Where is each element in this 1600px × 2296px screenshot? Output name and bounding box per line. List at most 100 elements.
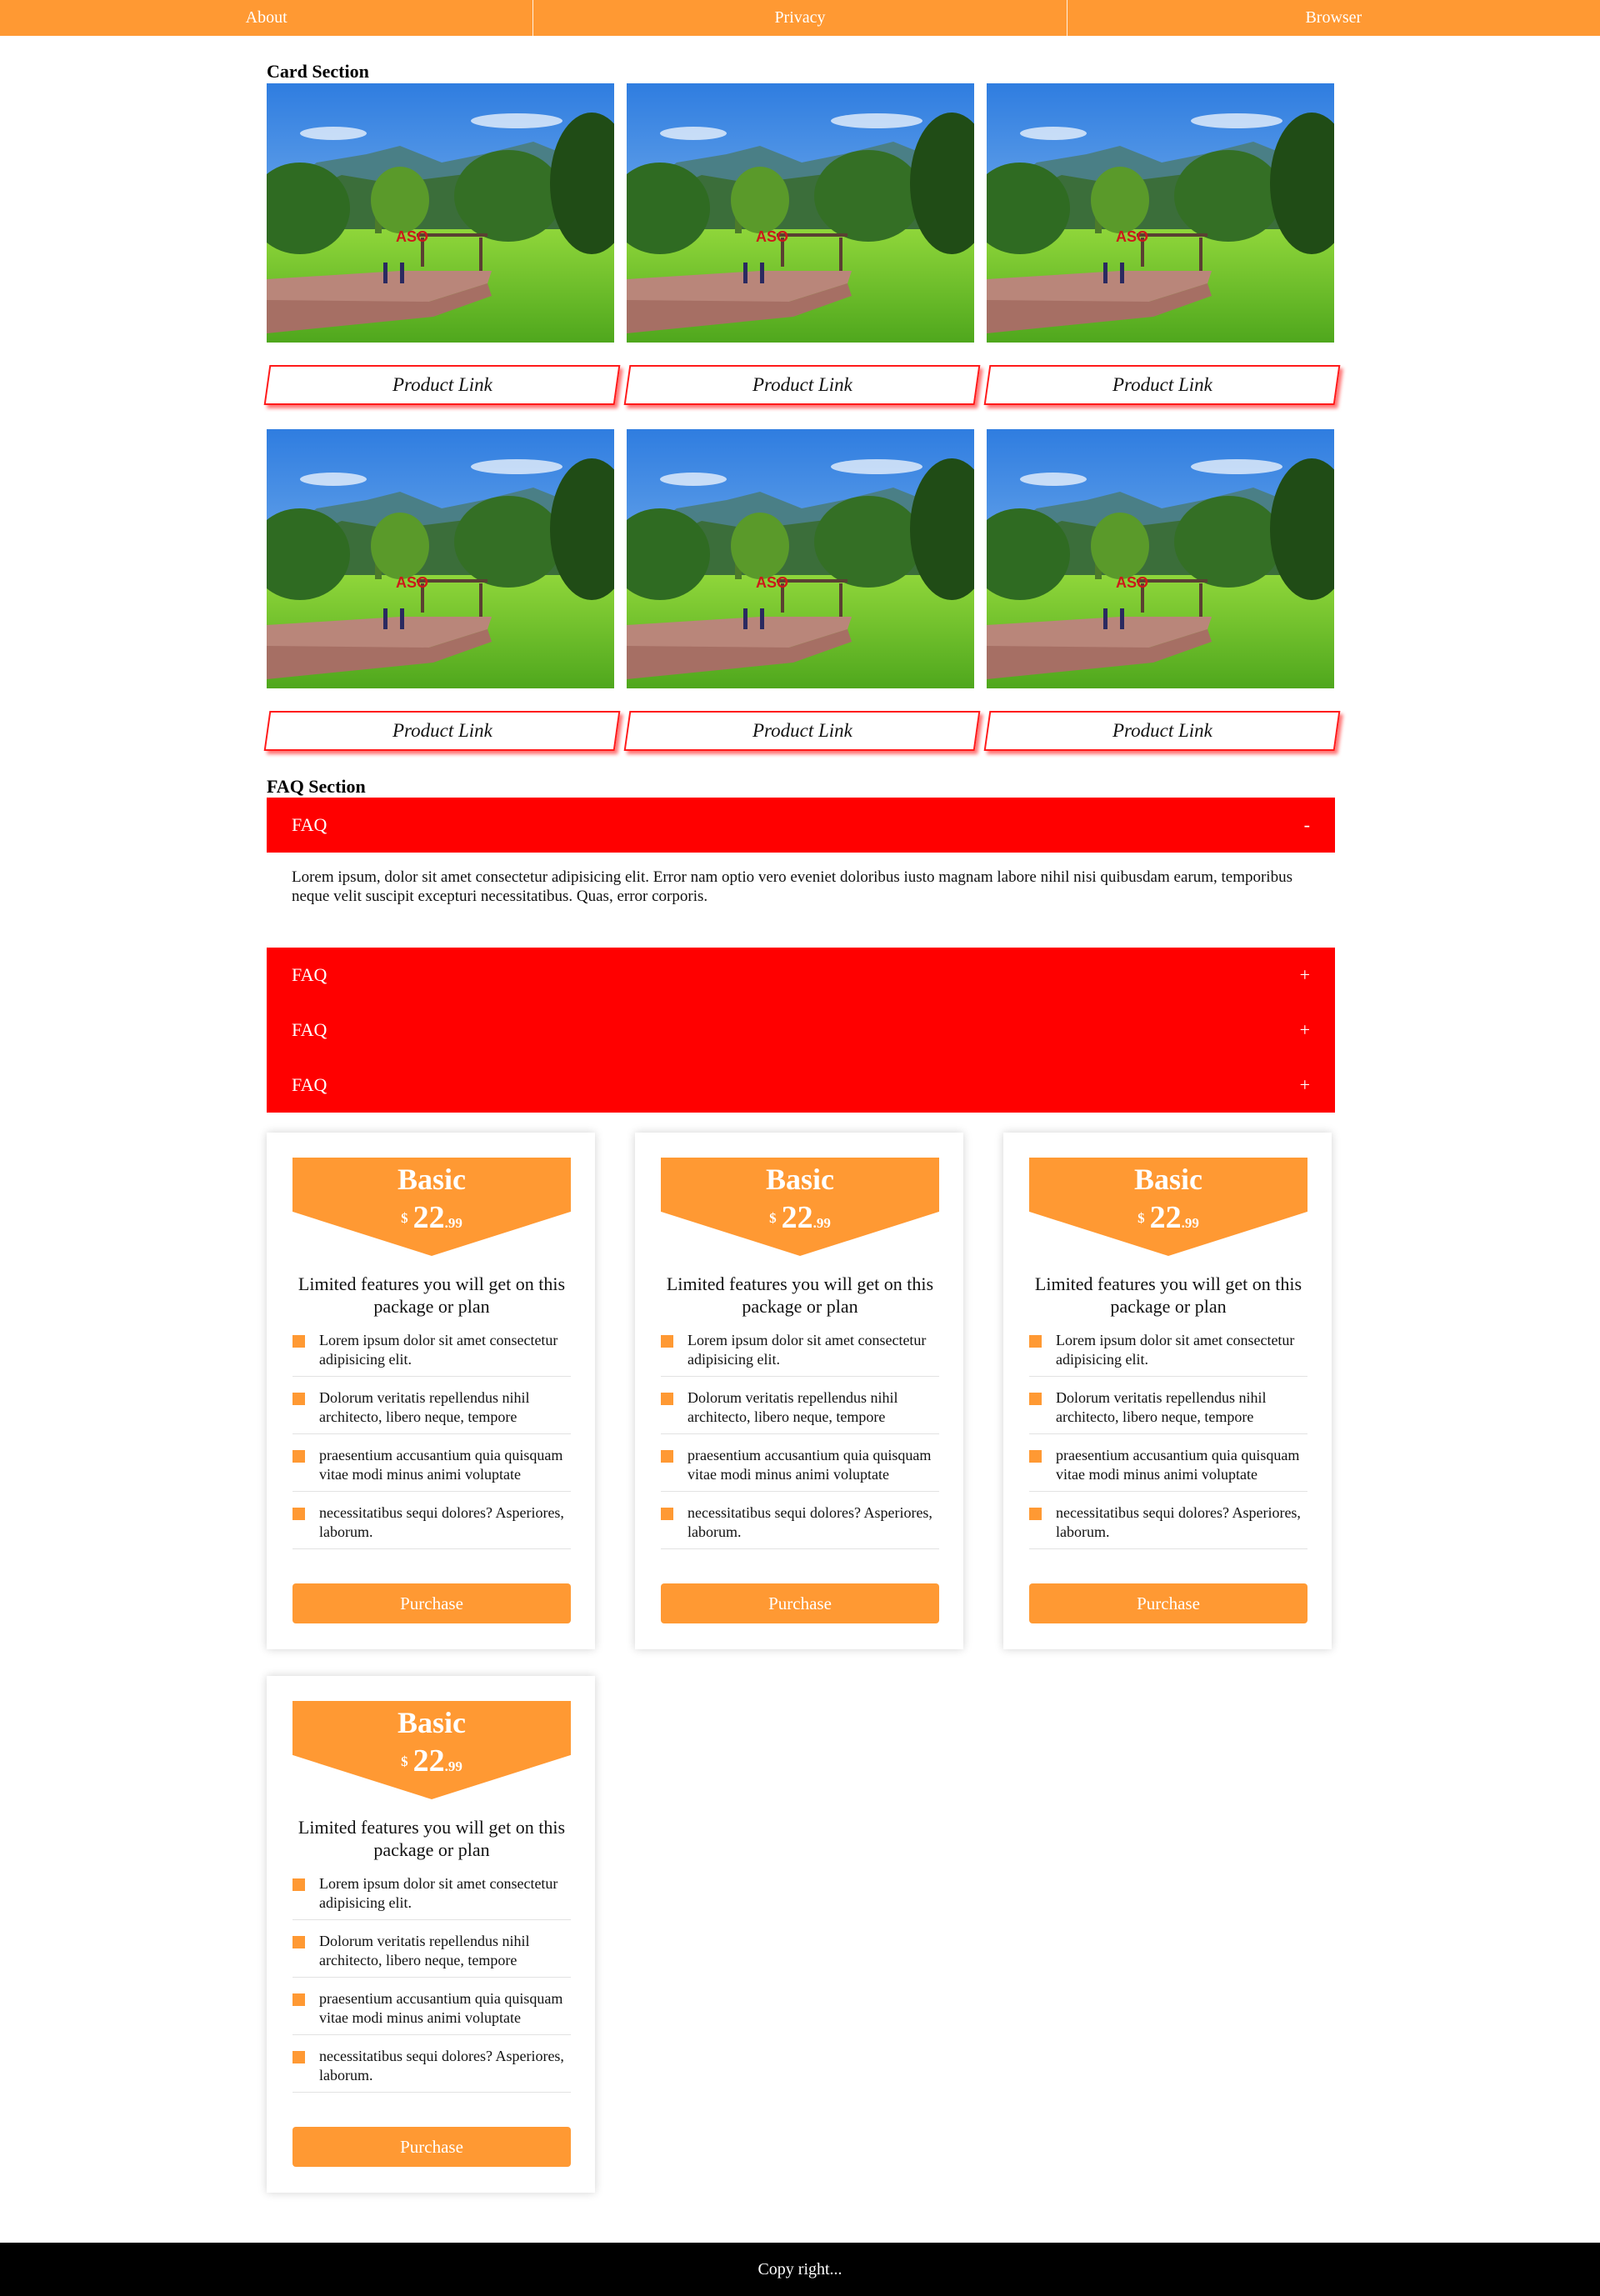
feature-item: Dolorum veritatis repellendus nihil arch… — [292, 1388, 571, 1434]
plan-description: Limited features you will get on this pa… — [298, 1273, 566, 1317]
plan-ribbon: Basic $22.99 — [661, 1158, 939, 1256]
feature-item: praesentium accusantium quia quisquam vi… — [292, 1446, 571, 1492]
square-bullet-icon — [1029, 1393, 1042, 1405]
faq-question-label: FAQ — [292, 1019, 328, 1040]
product-card: Product Link — [983, 429, 1341, 751]
faq-question-label: FAQ — [292, 814, 328, 835]
expand-toggle-icon[interactable]: + — [1300, 1074, 1310, 1096]
nav-browser[interactable]: Browser — [1068, 0, 1600, 36]
product-link[interactable]: Product Link — [983, 365, 1341, 405]
square-bullet-icon — [292, 1335, 305, 1348]
faq-question[interactable]: FAQ + — [267, 948, 1335, 1003]
product-link[interactable]: Product Link — [263, 365, 621, 405]
faq-section-title: FAQ Section — [267, 776, 366, 797]
pricing-card: Basic $22.99 Limited features you will g… — [267, 1133, 595, 1649]
expand-toggle-icon[interactable]: + — [1300, 1019, 1310, 1041]
plan-name: Basic — [397, 1163, 466, 1196]
faq-question-label: FAQ — [292, 1074, 328, 1095]
price-cents: .99 — [812, 1215, 831, 1231]
feature-list: Lorem ipsum dolor sit amet consectetur a… — [292, 1874, 571, 2104]
square-bullet-icon — [292, 2051, 305, 2063]
price-amount: 22 — [412, 1200, 445, 1235]
product-link[interactable]: Product Link — [623, 365, 981, 405]
feature-item: praesentium accusantium quia quisquam vi… — [1029, 1446, 1308, 1492]
square-bullet-icon — [292, 1936, 305, 1948]
faq-question[interactable]: FAQ + — [267, 1058, 1335, 1113]
feature-item: Lorem ipsum dolor sit amet consectetur a… — [1029, 1331, 1308, 1377]
square-bullet-icon — [661, 1393, 673, 1405]
collapse-toggle-icon[interactable]: - — [1304, 814, 1310, 836]
product-card: Product Link — [623, 429, 981, 751]
plan-price: $22.99 — [1029, 1199, 1308, 1236]
square-bullet-icon — [292, 1450, 305, 1463]
expand-toggle-icon[interactable]: + — [1300, 964, 1310, 986]
square-bullet-icon — [1029, 1508, 1042, 1520]
price-amount: 22 — [781, 1200, 813, 1235]
plan-price: $22.99 — [661, 1199, 939, 1236]
feature-item: necessitatibus sequi dolores? Asperiores… — [292, 2047, 571, 2093]
plan-ribbon: Basic $22.99 — [292, 1701, 571, 1799]
product-card: Product Link — [623, 83, 981, 405]
price-amount: 22 — [412, 1743, 445, 1778]
feature-item: Lorem ipsum dolor sit amet consectetur a… — [292, 1874, 571, 1920]
square-bullet-icon — [292, 1878, 305, 1891]
plan-ribbon: Basic $22.99 — [292, 1158, 571, 1256]
feature-item: praesentium accusantium quia quisquam vi… — [292, 1989, 571, 2035]
feature-item: Dolorum veritatis repellendus nihil arch… — [661, 1388, 939, 1434]
price-currency: $ — [769, 1210, 777, 1226]
product-link[interactable]: Product Link — [263, 711, 621, 751]
plan-name: Basic — [397, 1706, 466, 1739]
feature-item: necessitatibus sequi dolores? Asperiores… — [661, 1503, 939, 1549]
nav-privacy[interactable]: Privacy — [533, 0, 1068, 36]
purchase-button[interactable]: Purchase — [661, 1583, 939, 1623]
product-link[interactable]: Product Link — [983, 711, 1341, 751]
landscape-image — [627, 83, 974, 343]
landscape-image — [987, 429, 1334, 688]
card-section-title: Card Section — [267, 61, 369, 82]
price-currency: $ — [1138, 1210, 1145, 1226]
faq-answer: Lorem ipsum, dolor sit amet consectetur … — [292, 868, 1292, 905]
landscape-image — [267, 83, 614, 343]
square-bullet-icon — [292, 1508, 305, 1520]
faq-question[interactable]: FAQ - — [267, 798, 1335, 853]
feature-item: necessitatibus sequi dolores? Asperiores… — [1029, 1503, 1308, 1549]
faq-list: FAQ - Lorem ipsum, dolor sit amet consec… — [267, 798, 1335, 1113]
product-card: Product Link — [263, 83, 621, 405]
square-bullet-icon — [292, 1393, 305, 1405]
nav-about[interactable]: About — [0, 0, 534, 36]
landscape-image — [987, 83, 1334, 343]
price-currency: $ — [401, 1753, 408, 1769]
product-link[interactable]: Product Link — [623, 711, 981, 751]
price-amount: 22 — [1149, 1200, 1182, 1235]
feature-item: Dolorum veritatis repellendus nihil arch… — [1029, 1388, 1308, 1434]
price-cents: .99 — [444, 1215, 462, 1231]
square-bullet-icon — [661, 1508, 673, 1520]
plan-ribbon: Basic $22.99 — [1029, 1158, 1308, 1256]
top-nav: About Privacy Browser — [0, 0, 1600, 36]
plan-name: Basic — [765, 1163, 834, 1196]
plan-description: Limited features you will get on this pa… — [298, 1817, 566, 1860]
landscape-image — [267, 429, 614, 688]
landscape-image — [627, 429, 974, 688]
feature-list: Lorem ipsum dolor sit amet consectetur a… — [292, 1331, 571, 1561]
square-bullet-icon — [1029, 1450, 1042, 1463]
purchase-button[interactable]: Purchase — [1029, 1583, 1308, 1623]
feature-list: Lorem ipsum dolor sit amet consectetur a… — [1029, 1331, 1308, 1561]
pricing-card: Basic $22.99 Limited features you will g… — [267, 1676, 595, 2193]
price-cents: .99 — [444, 1758, 462, 1774]
faq-question[interactable]: FAQ + — [267, 1003, 1335, 1058]
square-bullet-icon — [661, 1450, 673, 1463]
product-card: Product Link — [983, 83, 1341, 405]
plan-description: Limited features you will get on this pa… — [1034, 1273, 1302, 1317]
purchase-button[interactable]: Purchase — [292, 1583, 571, 1623]
footer-text: Copy right... — [758, 2259, 842, 2278]
feature-item: praesentium accusantium quia quisquam vi… — [661, 1446, 939, 1492]
faq-item: FAQ - Lorem ipsum, dolor sit amet consec… — [267, 798, 1335, 948]
plan-price: $22.99 — [292, 1199, 571, 1236]
pricing-card: Basic $22.99 Limited features you will g… — [1003, 1133, 1332, 1649]
feature-list: Lorem ipsum dolor sit amet consectetur a… — [661, 1331, 939, 1561]
footer: Copy right... — [0, 2243, 1600, 2296]
faq-collapsed-group: FAQ + FAQ + FAQ + — [267, 948, 1335, 1113]
feature-item: Dolorum veritatis repellendus nihil arch… — [292, 1932, 571, 1978]
purchase-button[interactable]: Purchase — [292, 2127, 571, 2167]
